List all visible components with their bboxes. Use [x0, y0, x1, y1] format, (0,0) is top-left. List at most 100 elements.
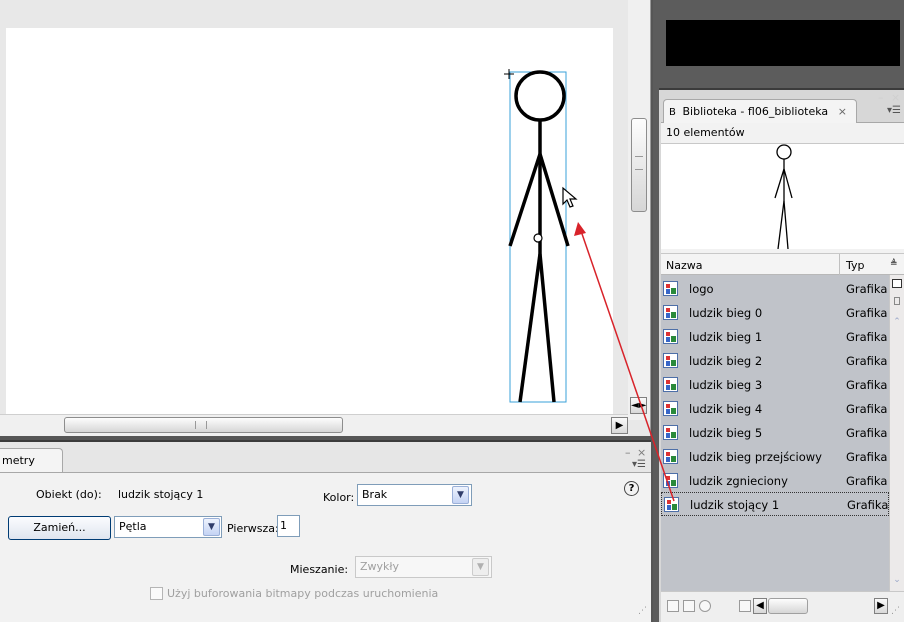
bitmap-cache-checkbox — [150, 587, 163, 600]
graphic-symbol-icon — [663, 305, 678, 320]
graphic-symbol-icon — [663, 425, 678, 440]
stick-figure-symbol[interactable] — [500, 64, 580, 409]
delete-icon[interactable] — [739, 600, 751, 612]
item-name: ludzik bieg 4 — [689, 402, 763, 416]
library-item-ludzik-bieg-1[interactable]: ludzik bieg 1 Grafika — [661, 325, 889, 349]
item-name: ludzik stojący 1 — [690, 498, 780, 512]
graphic-symbol-icon — [663, 401, 678, 416]
scroll-up-icon[interactable]: ⌃ — [891, 317, 903, 329]
graphic-symbol-icon — [663, 329, 678, 344]
graphic-symbol-icon — [664, 497, 679, 512]
resize-grip-icon[interactable]: ⋰ — [638, 606, 647, 616]
library-item-ludzik-bieg-5[interactable]: ludzik bieg 5 Grafika — [661, 421, 889, 445]
scroll-corner-button[interactable]: ◄► — [630, 397, 647, 414]
library-tab[interactable]: B Biblioteka - fl06_biblioteka × — [663, 99, 857, 123]
graphic-symbol-icon — [663, 377, 678, 392]
item-type: Grafika — [846, 330, 888, 344]
figure-right-leg — [538, 253, 556, 403]
library-item-ludzik-bieg-2[interactable]: ludzik bieg 2 Grafika — [661, 349, 889, 373]
library-tab-icon: B — [669, 107, 676, 118]
new-symbol-icon[interactable] — [667, 600, 679, 612]
color-value: Brak — [362, 488, 388, 501]
graphic-symbol-icon — [663, 281, 678, 296]
library-item-ludzik-zgnieciony[interactable]: ludzik zgnieciony Grafika — [661, 469, 889, 493]
color-label: Kolor: — [323, 491, 355, 504]
item-name: ludzik zgnieciony — [689, 474, 788, 488]
panel-menu-icon[interactable]: ▾☰ — [632, 459, 646, 470]
scroll-down-icon[interactable]: ⌄ — [891, 575, 903, 587]
library-footer: ◀ ▶ ⋰ — [661, 591, 904, 622]
panel-minimize-icon[interactable]: – — [625, 446, 631, 459]
column-type-header[interactable]: Typ — [846, 259, 865, 272]
graphic-symbol-icon — [663, 473, 678, 488]
chevron-down-icon[interactable]: ▼ — [452, 486, 469, 504]
properties-icon[interactable] — [699, 600, 711, 612]
item-type: Grafika — [846, 474, 888, 488]
library-item-ludzik-bieg-3[interactable]: ludzik bieg 3 Grafika — [661, 373, 889, 397]
item-name: ludzik bieg 0 — [689, 306, 763, 320]
item-name: ludzik bieg 5 — [689, 426, 763, 440]
library-item-logo[interactable]: logo Grafika — [661, 277, 889, 301]
scroll-left-button[interactable]: ◀ — [753, 598, 767, 614]
item-type: Grafika — [847, 498, 889, 512]
mouse-cursor-icon — [562, 186, 578, 208]
object-value: ludzik stojący 1 — [118, 488, 204, 501]
item-name: logo — [689, 282, 714, 296]
graphic-symbol-icon — [663, 449, 678, 464]
first-frame-input[interactable]: 1 — [277, 515, 300, 537]
scroll-right-button[interactable]: ▶ — [874, 598, 888, 614]
graphic-symbol-icon — [663, 353, 678, 368]
library-horizontal-scroll-thumb[interactable] — [768, 598, 808, 614]
library-item-ludzik-bieg-0[interactable]: ludzik bieg 0 Grafika — [661, 301, 889, 325]
column-divider — [839, 254, 840, 275]
library-vertical-scrollbar[interactable]: ⌃ ⌄ — [889, 275, 904, 591]
library-item-ludzik-stojacy-1[interactable]: ludzik stojący 1 Grafika — [661, 492, 889, 516]
panel-minimize-icon[interactable]: – — [878, 91, 884, 104]
library-column-header: Nazwa Typ ≜ — [661, 253, 904, 275]
object-label: Obiekt (do): — [36, 488, 102, 501]
item-type: Grafika — [846, 306, 888, 320]
blend-label: Mieszanie: — [290, 563, 349, 576]
item-type: Grafika — [846, 378, 888, 392]
new-folder-icon[interactable] — [892, 279, 902, 288]
top-preview-panel — [666, 20, 900, 66]
help-icon[interactable]: ? — [624, 481, 639, 496]
swap-button[interactable]: Zamień... — [8, 516, 111, 540]
figure-left-arm — [508, 153, 542, 247]
first-frame-label: Pierwsza: — [227, 522, 279, 535]
properties-tab[interactable]: metry — [0, 448, 63, 472]
resize-grip-icon[interactable]: ⋰ — [891, 606, 900, 616]
item-type: Grafika — [846, 354, 888, 368]
item-name: ludzik bieg 1 — [689, 330, 763, 344]
first-frame-value: 1 — [280, 519, 287, 532]
library-tab-label: Biblioteka - fl06_biblioteka — [682, 105, 829, 118]
transform-point-icon[interactable] — [533, 233, 543, 243]
chevron-down-icon: ▼ — [472, 558, 489, 576]
bitmap-cache-label: Użyj buforowania bitmapy podczas uruchom… — [167, 587, 439, 600]
panel-close-icon[interactable]: × — [637, 446, 646, 459]
column-name-header[interactable]: Nazwa — [666, 259, 702, 272]
item-type: Grafika — [846, 402, 888, 416]
chevron-down-icon[interactable]: ▼ — [203, 518, 220, 536]
library-count: 10 elementów — [666, 126, 745, 139]
delete-icon[interactable] — [894, 297, 900, 305]
blend-value: Zwykły — [360, 560, 400, 573]
new-folder-icon[interactable] — [683, 600, 695, 612]
scroll-right-button[interactable]: ▶ — [611, 417, 628, 434]
item-type: Grafika — [846, 450, 888, 464]
library-item-ludzik-bieg-przejsciowy[interactable]: ludzik bieg przejściowy Grafika — [661, 445, 889, 469]
loop-value: Pętla — [119, 520, 147, 533]
registration-cross-icon — [504, 69, 514, 79]
panel-menu-icon[interactable]: ▾☰ — [887, 105, 901, 116]
library-tab-close-icon[interactable]: × — [838, 105, 847, 118]
item-name: ludzik bieg przejściowy — [689, 450, 822, 464]
panel-close-icon[interactable]: × — [891, 91, 900, 104]
scroll-grip-icon — [635, 156, 643, 170]
item-type: Grafika — [846, 426, 888, 440]
library-item-ludzik-bieg-4[interactable]: ludzik bieg 4 Grafika — [661, 397, 889, 421]
item-name: ludzik bieg 2 — [689, 354, 763, 368]
preview-stick-figure — [774, 144, 793, 249]
figure-left-leg — [518, 253, 542, 403]
sort-toggle-icon[interactable]: ≜ — [890, 259, 898, 269]
item-name: ludzik bieg 3 — [689, 378, 763, 392]
